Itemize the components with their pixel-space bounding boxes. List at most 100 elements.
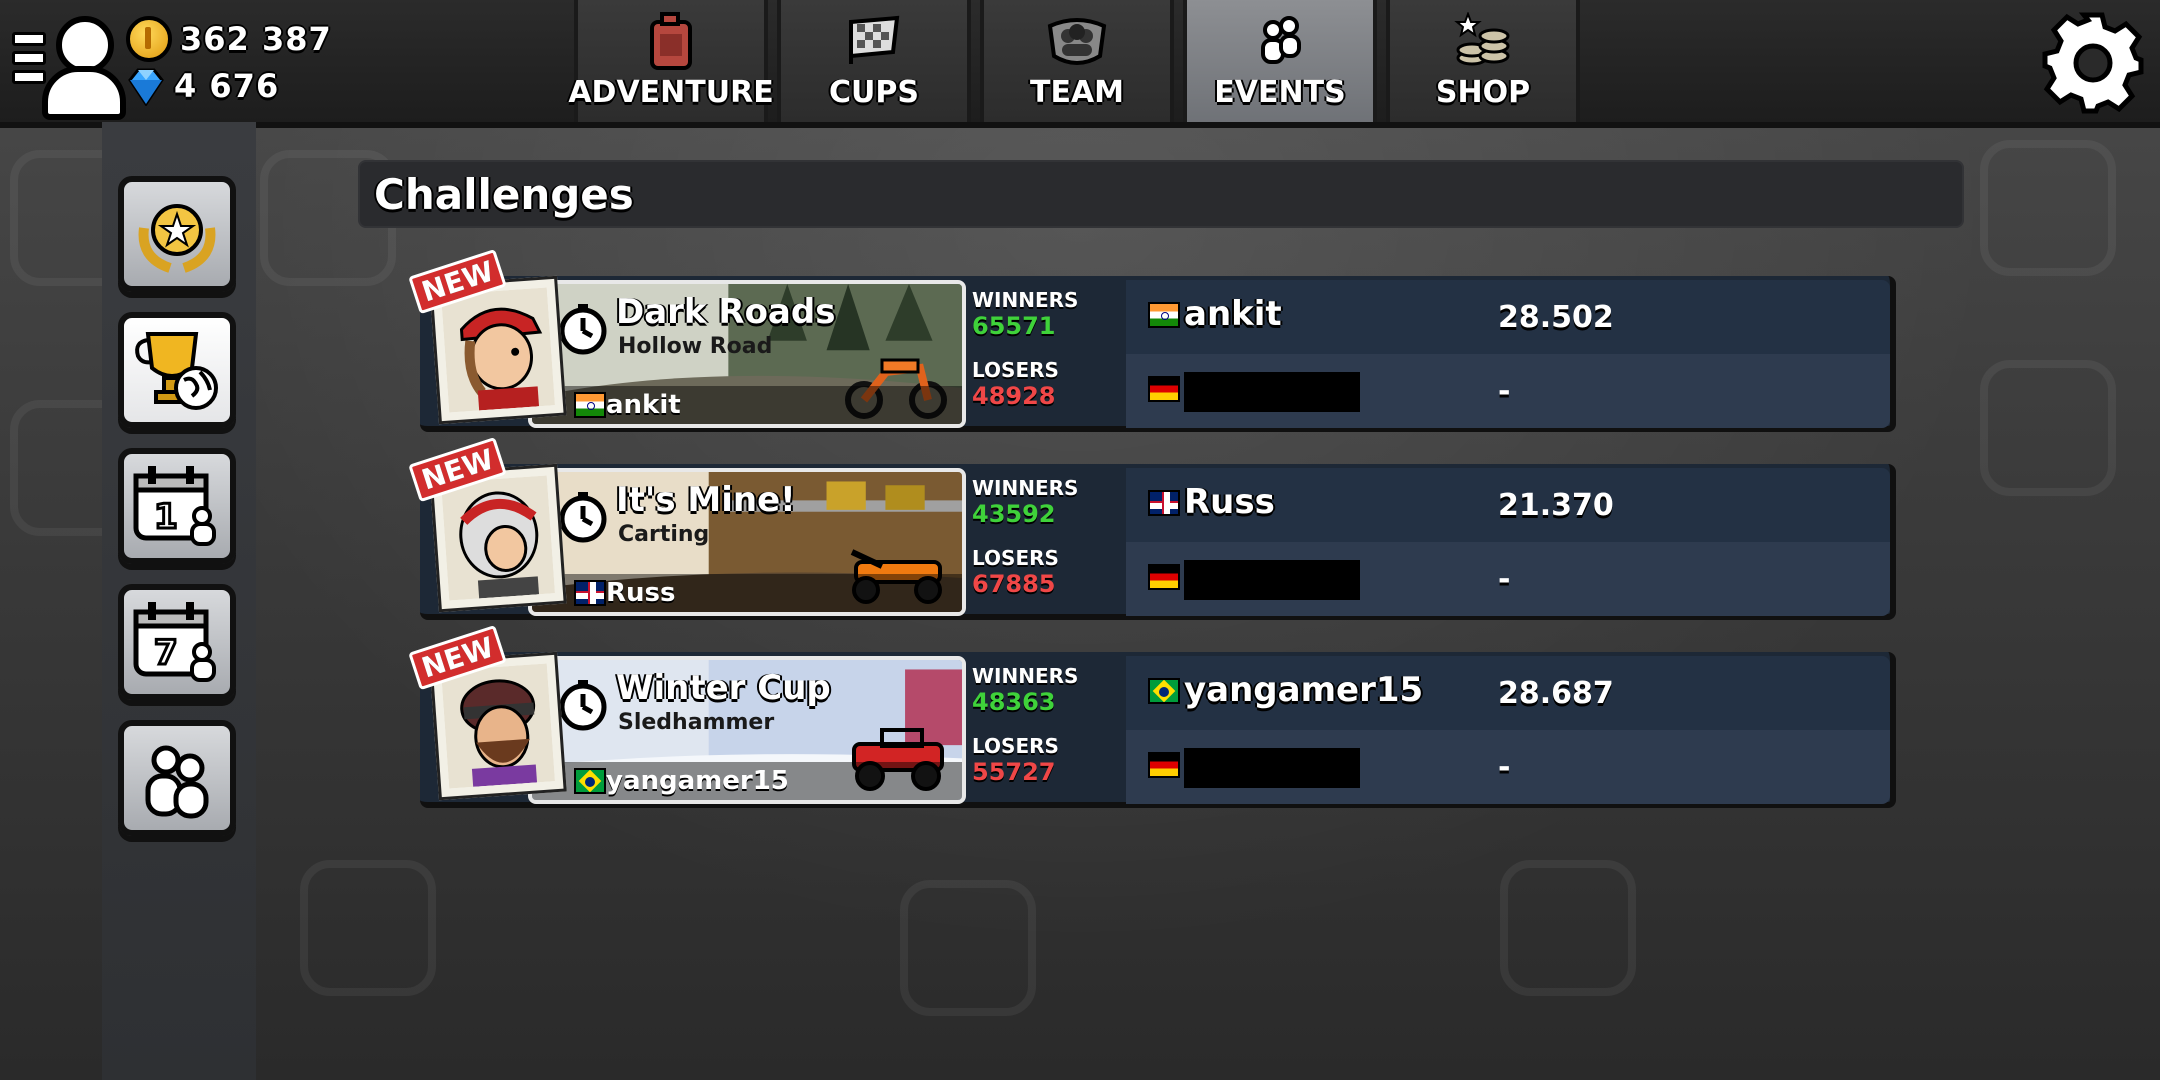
germany-flag-icon [1148, 564, 1180, 590]
winners-count: 65571 [972, 312, 1056, 340]
tab-team[interactable]: TEAM [980, 0, 1174, 122]
challenges-header: Challenges [358, 160, 1964, 228]
winners-label: WINNERS [972, 664, 1079, 688]
bg-pattern-tile [1980, 360, 2116, 496]
calendar-7-day-icon: 7 [133, 602, 216, 682]
track-card[interactable]: Winter Cup Sledhammer yangamer15 [528, 656, 966, 804]
top-bar: 362 387 4 676 ADVENTURE CUPS TEAM EVENTS… [0, 0, 2160, 128]
brazil-flag-icon [1148, 678, 1180, 704]
tab-cups[interactable]: CUPS [777, 0, 971, 122]
winners-label: WINNERS [972, 476, 1079, 500]
vehicle-name: Carting [618, 522, 710, 547]
tab-shop[interactable]: SHOP [1386, 0, 1580, 122]
player-time: - [1498, 562, 1511, 597]
friends-icon [145, 745, 209, 819]
record-holder-name: yangamer15 [606, 766, 789, 796]
bg-pattern-tile [300, 860, 436, 996]
uk-flag-icon [1148, 490, 1180, 516]
winners-count: 48363 [972, 688, 1056, 716]
coin-icon [126, 16, 172, 62]
challenge-row[interactable]: It's Mine! Carting Russ NEW WINNERS 4359… [408, 436, 1896, 624]
tab-adventure[interactable]: ADVENTURE [568, 0, 774, 122]
player-result: - [1126, 354, 1890, 428]
timer-icon [559, 304, 607, 355]
germany-flag-icon [1148, 752, 1180, 778]
star-laurel-icon [138, 204, 216, 273]
uk-flag-icon [574, 580, 606, 606]
germany-flag-icon [1148, 376, 1180, 402]
calendar-1-day-icon: 1 [133, 466, 216, 546]
challenge-row[interactable]: Dark Roads Hollow Road ankit NEW WINNERS… [408, 248, 1896, 436]
track-title: It's Mine! [616, 480, 796, 520]
player-time: - [1498, 750, 1511, 785]
india-flag-icon [1148, 302, 1180, 328]
tab-label: EVENTS [1214, 75, 1346, 110]
calendar-day-number: 1 [154, 497, 178, 537]
sidebar-item-challenges[interactable] [118, 312, 236, 428]
challenge-row[interactable]: Winter Cup Sledhammer yangamer15 NEW WIN… [408, 624, 1896, 812]
sidebar-item-weekly[interactable]: 7 [118, 584, 236, 700]
driver-avatar-image [441, 287, 555, 413]
coin-count: 362 387 [180, 20, 332, 58]
profile-menu-button[interactable] [12, 14, 126, 120]
coin-stacks-icon [1454, 12, 1510, 66]
tab-events[interactable]: EVENTS [1183, 0, 1377, 122]
checkered-flag-icon [849, 15, 900, 64]
opponent-result: Russ 21.370 [1126, 468, 1890, 542]
opponent-name: ankit [1184, 294, 1282, 334]
driver-avatar-image [441, 663, 555, 789]
sidebar-item-season[interactable] [118, 176, 236, 292]
bg-pattern-tile [1500, 860, 1636, 996]
calendar-day-number: 7 [154, 633, 178, 673]
redacted-name [1184, 748, 1360, 788]
team-emblem-icon [1047, 18, 1107, 65]
opponent-name: yangamer15 [1184, 670, 1424, 710]
vehicle-name: Sledhammer [618, 710, 775, 735]
track-card[interactable]: It's Mine! Carting Russ [528, 468, 966, 616]
bg-pattern-tile [1980, 140, 2116, 276]
opponent-result: yangamer15 28.687 [1126, 656, 1890, 730]
opponent-time: 28.502 [1498, 300, 1614, 335]
losers-count: 67885 [972, 570, 1056, 598]
trophy-globe-icon [135, 332, 218, 410]
opponent-time: 21.370 [1498, 488, 1614, 523]
winners-label: WINNERS [972, 288, 1079, 312]
player-time: - [1498, 374, 1511, 409]
player-result: - [1126, 542, 1890, 616]
brazil-flag-icon [574, 768, 606, 794]
redacted-name [1184, 560, 1360, 600]
profile-icon-body [42, 66, 126, 120]
sidebar-item-daily[interactable]: 1 [118, 448, 236, 564]
track-title: Dark Roads [616, 292, 836, 332]
record-holder-name: Russ [606, 578, 676, 608]
record-holder: Russ [532, 574, 962, 612]
page-title: Challenges [374, 170, 634, 219]
menu-lines-icon [12, 32, 46, 89]
vehicle-name: Hollow Road [618, 334, 773, 359]
record-holder-name: ankit [606, 390, 681, 420]
challenge-stats: WINNERS 43592 LOSERS 67885 [972, 472, 1112, 616]
player-result: - [1126, 730, 1890, 804]
losers-label: LOSERS [972, 546, 1059, 570]
challenge-stats: WINNERS 65571 LOSERS 48928 [972, 284, 1112, 428]
tab-label: TEAM [1029, 75, 1125, 110]
redacted-name [1184, 372, 1360, 412]
coin-balance[interactable]: 362 387 [126, 16, 332, 62]
record-holder: ankit [532, 386, 962, 424]
winners-count: 43592 [972, 500, 1056, 528]
settings-gear-icon[interactable] [2040, 10, 2146, 116]
opponent-time: 28.687 [1498, 676, 1614, 711]
bg-pattern-tile [900, 880, 1036, 1016]
opponent-name: Russ [1184, 482, 1275, 522]
record-holder: yangamer15 [532, 762, 962, 800]
gem-count: 4 676 [174, 67, 280, 105]
sidebar-item-friends[interactable] [118, 720, 236, 836]
track-card[interactable]: Dark Roads Hollow Road ankit [528, 280, 966, 428]
gem-balance[interactable]: 4 676 [126, 66, 280, 107]
challenge-stats: WINNERS 48363 LOSERS 55727 [972, 660, 1112, 804]
losers-count: 55727 [972, 758, 1056, 786]
gem-icon [126, 66, 166, 107]
tab-label: CUPS [829, 75, 919, 110]
tab-label: ADVENTURE [568, 75, 774, 110]
losers-label: LOSERS [972, 358, 1059, 382]
